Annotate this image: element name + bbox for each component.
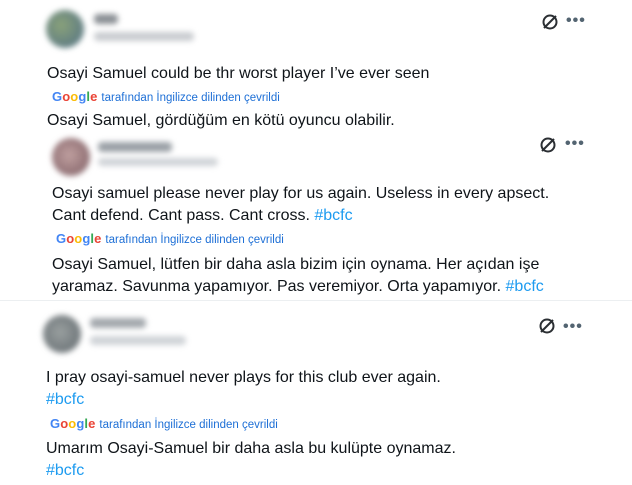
google-logo-icon: Google [50,416,96,431]
tweet-text: Osayi Samuel could be thr worst player I… [47,65,430,82]
handle-blurred[interactable] [94,32,194,41]
translation-attribution[interactable]: Google tarafından İngilizce dilinden çevr… [52,90,280,105]
grok-icon[interactable] [539,136,557,154]
tweet-divider [0,300,632,301]
more-options-icon[interactable]: ••• [563,319,583,335]
username-blurred[interactable] [94,14,118,24]
translated-text: Osayi Samuel, gördüğüm en kötü oyuncu ol… [47,112,395,129]
avatar[interactable] [46,10,84,48]
hashtag-link[interactable]: #bcfc [314,207,352,224]
tweet-1[interactable]: ••• Osayi Samuel could be thr worst play… [0,0,632,140]
google-logo-icon: Google [52,89,98,104]
translated-text: Umarım Osayi-Samuel bir daha asla bu kul… [46,440,456,479]
username-blurred[interactable] [98,142,172,152]
translation-attribution[interactable]: Google tarafından İngilizce dilinden çevr… [56,232,284,247]
hashtag-link[interactable]: #bcfc [46,391,84,408]
more-options-icon[interactable]: ••• [565,136,585,152]
avatar[interactable] [52,138,90,176]
tweet-3[interactable]: ••• I pray osayi-samuel never plays for … [0,304,632,485]
tweet-text: I pray osayi-samuel never plays for this… [46,369,441,408]
grok-icon[interactable] [538,317,556,335]
google-logo-icon: Google [56,231,102,246]
handle-blurred[interactable] [90,336,186,345]
hashtag-link[interactable]: #bcfc [506,278,544,295]
tweet-text: Osayi samuel please never play for us ag… [52,185,550,224]
translation-attribution[interactable]: Google tarafından İngilizce dilinden çevr… [50,417,278,432]
grok-icon[interactable] [541,13,559,31]
hashtag-link[interactable]: #bcfc [46,462,84,479]
username-blurred[interactable] [90,318,146,328]
tweet-2[interactable]: ••• Osayi samuel please never play for u… [0,134,632,304]
avatar[interactable] [43,315,81,353]
more-options-icon[interactable]: ••• [566,13,586,29]
translated-text: Osayi Samuel, lütfen bir daha asla bizim… [52,256,544,295]
handle-blurred[interactable] [98,158,218,166]
